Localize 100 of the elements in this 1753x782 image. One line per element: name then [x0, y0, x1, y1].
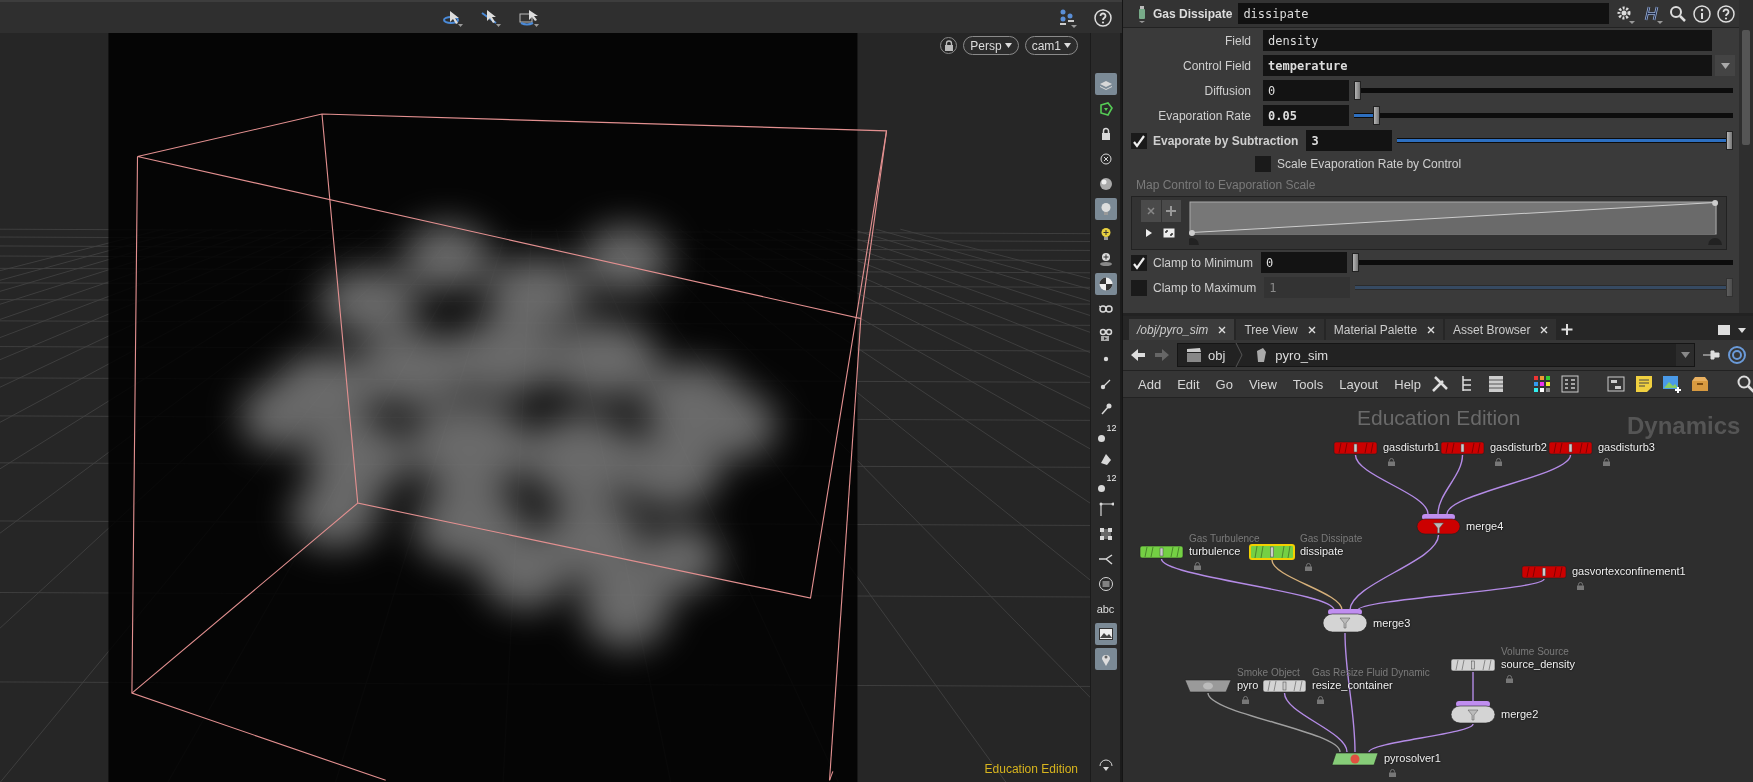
lock-icon[interactable]	[1603, 458, 1610, 466]
camera-menu[interactable]: cam1	[1024, 36, 1078, 55]
tab[interactable]: /obj/pyro_sim	[1129, 319, 1235, 340]
tab[interactable]: Asset Browser	[1445, 319, 1557, 340]
slider-handle[interactable]	[1354, 81, 1361, 100]
path-field[interactable]: obj pyro_sim	[1177, 343, 1695, 367]
node[interactable]	[1450, 658, 1496, 672]
node[interactable]	[1450, 701, 1496, 724]
dropdown-button[interactable]	[1715, 55, 1735, 76]
point-number-button[interactable]: 12	[1094, 423, 1117, 445]
info-icon[interactable]	[1693, 4, 1711, 23]
checkbox[interactable]	[1131, 254, 1147, 271]
menu-item[interactable]: Help	[1387, 376, 1428, 392]
close-icon[interactable]	[1307, 325, 1316, 334]
label-toggle-button[interactable]: abc	[1094, 598, 1117, 620]
menu-item[interactable]: View	[1241, 376, 1284, 392]
package-box-icon[interactable]	[1690, 374, 1710, 394]
menu-item[interactable]: Tools	[1285, 376, 1331, 392]
cross-circle-icon	[1097, 151, 1114, 167]
camera-menu[interactable]: Persp	[963, 36, 1019, 55]
ramp-curve-drawing[interactable]	[1189, 200, 1723, 246]
lock-icon[interactable]	[1389, 769, 1396, 777]
menu-item[interactable]: Edit	[1170, 376, 1207, 392]
node[interactable]	[1548, 441, 1593, 455]
map-pin-button[interactable]	[1094, 648, 1117, 670]
stacked-dots-icon[interactable]	[1058, 7, 1078, 28]
wrench-icon[interactable]	[1430, 374, 1450, 394]
lock-icon[interactable]	[1577, 582, 1584, 590]
fit-icon[interactable]	[1163, 228, 1175, 238]
breadcrumb[interactable]: obj	[1182, 347, 1230, 363]
node[interactable]	[1184, 679, 1232, 693]
node[interactable]	[1262, 679, 1307, 693]
search-icon[interactable]	[1669, 4, 1687, 23]
menu-item[interactable]: Add	[1131, 376, 1169, 392]
slider-handle[interactable]	[1352, 253, 1360, 272]
color-grid-icon[interactable]	[1532, 374, 1552, 394]
bottle-icon[interactable]	[1137, 4, 1147, 23]
close-icon[interactable]	[1427, 325, 1436, 334]
help-icon[interactable]	[1717, 4, 1735, 23]
image-add-icon[interactable]	[1662, 374, 1682, 394]
point-number-button[interactable]: 12	[1094, 473, 1117, 495]
menu-item[interactable]: Layout	[1332, 376, 1386, 392]
back-arrow-icon[interactable]	[1129, 346, 1147, 364]
close-icon[interactable]	[1540, 325, 1549, 334]
cursor-slash-icon[interactable]	[480, 8, 502, 27]
help-icon[interactable]	[1094, 8, 1112, 27]
grid-list-icon[interactable]	[1560, 374, 1580, 394]
slider-handle[interactable]	[1372, 106, 1380, 125]
value-field[interactable]: 0	[1261, 252, 1348, 273]
slider-handle[interactable]	[1726, 131, 1733, 150]
add-button[interactable]	[1161, 200, 1181, 222]
dropdown-button[interactable]	[1676, 344, 1694, 366]
value-field[interactable]: 0.05	[1263, 105, 1349, 126]
lock-icon[interactable]	[1495, 458, 1502, 466]
image-button[interactable]	[1094, 623, 1117, 645]
value-field[interactable]: density	[1263, 30, 1712, 51]
3d-viewport[interactable]: Persp cam1 Education Edition	[0, 33, 1090, 782]
lock-icon[interactable]	[1506, 675, 1513, 683]
scrollbar-thumb[interactable]	[1742, 30, 1750, 145]
node[interactable]	[1416, 514, 1461, 535]
lock-icon[interactable]	[1388, 458, 1395, 466]
sticky-note-icon[interactable]	[1634, 374, 1654, 394]
checkbox[interactable]	[1255, 155, 1271, 172]
node[interactable]	[1139, 545, 1184, 559]
search-icon[interactable]	[1736, 374, 1753, 394]
remove-button[interactable]	[1141, 200, 1161, 222]
value-field[interactable]: temperature	[1263, 55, 1712, 76]
param-label: Scale Evaporation Rate by Control	[1276, 156, 1463, 171]
light-bulb-button[interactable]	[1094, 198, 1117, 220]
node[interactable]	[1333, 441, 1378, 455]
layers-button[interactable]	[1094, 73, 1117, 95]
node-label: merge2	[1501, 708, 1539, 721]
node[interactable]	[1521, 565, 1567, 579]
lock-icon[interactable]	[1305, 563, 1312, 571]
lock-icon[interactable]	[1194, 562, 1201, 570]
checker-sphere-button[interactable]	[1094, 273, 1117, 295]
close-icon[interactable]	[1218, 325, 1227, 334]
lock-icon[interactable]	[1317, 696, 1324, 704]
checkbox[interactable]	[1131, 132, 1147, 149]
value-field[interactable]: 3	[1306, 130, 1393, 151]
value-field[interactable]: 1	[1264, 277, 1351, 298]
caret-icon	[1720, 62, 1730, 69]
node-name-field[interactable]: dissipate	[1238, 3, 1609, 24]
value-field[interactable]: 0	[1263, 80, 1349, 101]
cursor-orbit-icon[interactable]	[442, 8, 464, 27]
ramp-editor[interactable]	[1131, 196, 1727, 250]
breadcrumb[interactable]: pyro_sim	[1249, 347, 1333, 363]
network-box-icon[interactable]	[1606, 374, 1626, 394]
lock-icon[interactable]	[1242, 696, 1249, 704]
node[interactable]	[1440, 441, 1485, 455]
list-icon[interactable]	[1486, 374, 1506, 394]
tab[interactable]: Material Palette	[1325, 319, 1444, 340]
tab[interactable]: Tree View	[1236, 319, 1324, 340]
node[interactable]	[1331, 752, 1379, 766]
node[interactable]	[1322, 609, 1368, 633]
target-icon[interactable]	[1727, 345, 1747, 365]
play-icon[interactable]	[1145, 228, 1153, 238]
menu-item[interactable]: Go	[1208, 376, 1240, 392]
cursor-film-icon[interactable]	[518, 8, 540, 27]
checkbox[interactable]	[1131, 279, 1147, 296]
